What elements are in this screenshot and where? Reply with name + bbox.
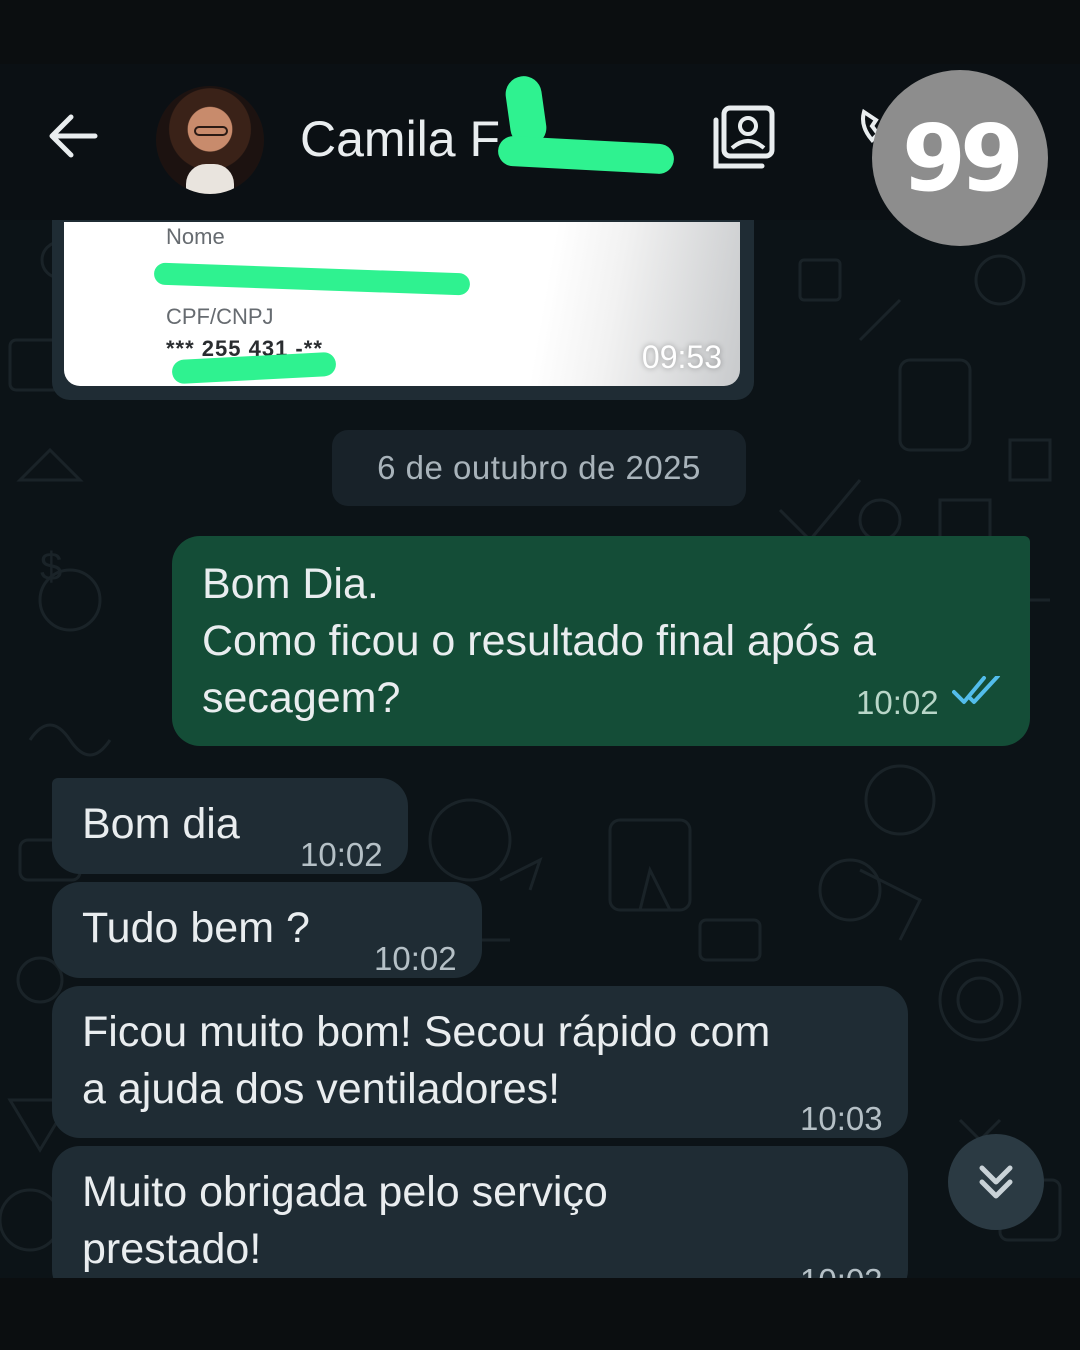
cpf-label: CPF/CNPJ	[166, 304, 274, 329]
name-label: Nome	[166, 224, 225, 249]
message-time: 10:03	[800, 1100, 883, 1137]
incoming-message[interactable]: Muito obrigada pelo serviço prestado! 10…	[52, 1146, 908, 1278]
bottom-frame	[0, 1278, 1080, 1350]
media-gallery-button[interactable]	[710, 104, 778, 172]
read-receipt-icon	[952, 676, 1000, 704]
message-text: Bom Dia. Como ficou o resultado final ap…	[202, 560, 877, 722]
incoming-message[interactable]: Tudo bem ? 10:02	[52, 882, 482, 978]
contact-avatar[interactable]	[156, 86, 264, 194]
outgoing-message[interactable]: Bom Dia. Como ficou o resultado final ap…	[172, 536, 1030, 746]
message-time: 10:02	[856, 684, 939, 721]
message-time: 09:53	[641, 339, 722, 375]
chat-screen: $ Camila F 99 Nome CPF/CNPJ *** 255 431 …	[0, 64, 1080, 1278]
arrow-left-icon	[49, 114, 98, 158]
message-text: Bom dia	[82, 800, 240, 848]
incoming-message[interactable]: Ficou muito bom! Secou rápido com a ajud…	[52, 986, 908, 1138]
date-separator: 6 de outubro de 2025	[332, 430, 746, 506]
brand-logo-99: 99	[872, 70, 1048, 246]
message-time: 10:02	[300, 836, 383, 873]
chat-header: Camila F 99	[0, 64, 1080, 246]
message-time: 10:03	[800, 1252, 883, 1278]
document-preview[interactable]: Nome CPF/CNPJ *** 255 431 -** 09:53	[64, 222, 740, 386]
scroll-to-bottom-button[interactable]	[948, 1134, 1044, 1230]
message-time: 10:02	[374, 940, 457, 977]
avatar-shirt	[186, 164, 234, 194]
logo-text: 99	[901, 104, 1024, 212]
redaction-mark	[153, 262, 471, 296]
message-text: Muito obrigada pelo serviço prestado!	[82, 1168, 608, 1273]
message-text: Ficou muito bom! Secou rápido com a ajud…	[82, 1008, 771, 1113]
double-chevron-down-icon	[979, 1165, 1013, 1199]
message-text: Tudo bem ?	[82, 904, 310, 952]
media-gallery-icon	[713, 105, 775, 169]
incoming-message[interactable]: Bom dia 10:02	[52, 778, 408, 874]
avatar-glasses	[194, 126, 228, 136]
svg-text:$: $	[40, 545, 62, 589]
back-button[interactable]	[40, 104, 104, 168]
top-frame	[0, 0, 1080, 64]
